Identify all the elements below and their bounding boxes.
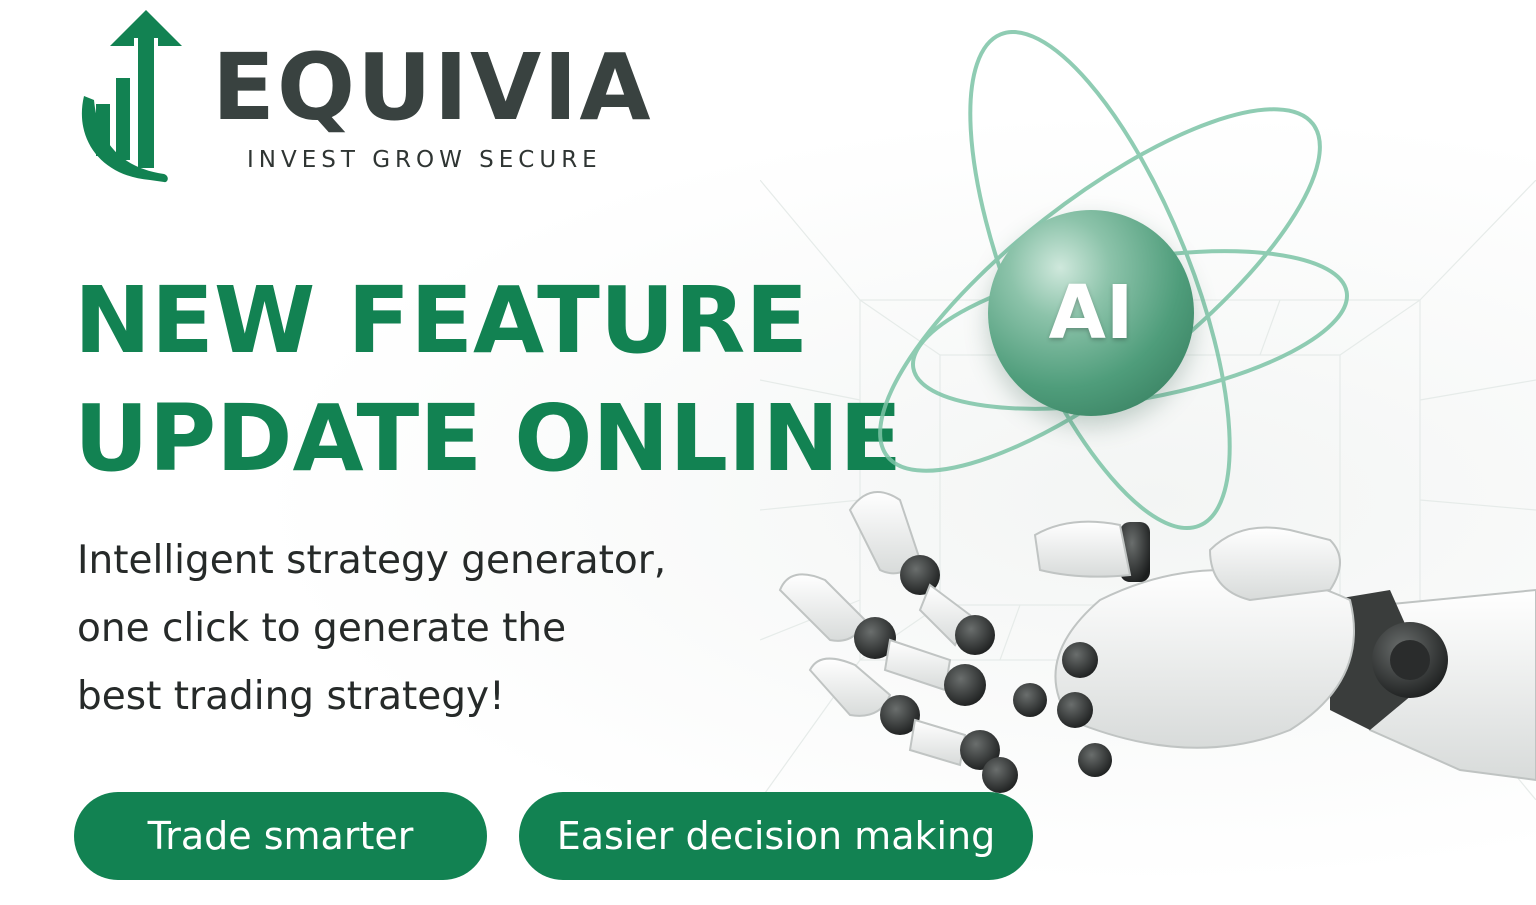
robot-hand-illustration — [778, 491, 1536, 793]
easier-decision-badge: Easier decision making — [519, 792, 1033, 880]
brand-tagline: INVEST GROW SECURE — [247, 147, 602, 173]
description: Intelligent strategy generator, one clic… — [77, 527, 797, 731]
ai-orb-label: AI — [1048, 270, 1134, 356]
promo-banner: EQUIVIA INVEST GROW SECURE NEW FEATURE U… — [0, 0, 1536, 905]
brand-logo: EQUIVIA INVEST GROW SECURE — [72, 8, 672, 193]
headline: NEW FEATURE UPDATE ONLINE — [74, 262, 924, 498]
headline-line-1: NEW FEATURE — [74, 267, 809, 374]
description-line-1: Intelligent strategy generator, — [77, 538, 667, 583]
trade-smarter-badge: Trade smarter — [74, 792, 487, 880]
description-line-3: best trading strategy! — [77, 674, 505, 719]
description-line-2: one click to generate the — [77, 606, 567, 651]
growth-arrow-bars-icon — [81, 10, 182, 183]
ai-orb: AI — [988, 210, 1194, 416]
brand-name: EQUIVIA — [212, 34, 653, 141]
